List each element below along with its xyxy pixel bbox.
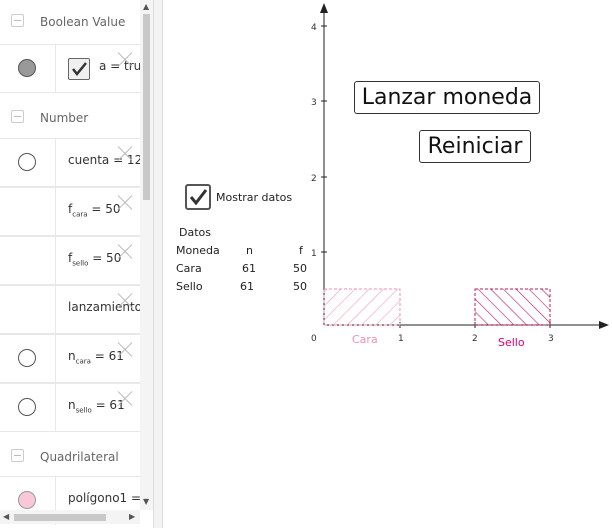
table-header: Moneda	[176, 244, 220, 257]
scroll-left-icon[interactable]: ◀	[3, 512, 9, 521]
category-boolean[interactable]: Boolean Value	[0, 0, 140, 44]
mostrar-datos-checkbox[interactable]	[185, 184, 211, 210]
checkmark-icon	[189, 189, 208, 206]
visibility-marble-icon[interactable]	[18, 398, 36, 416]
algebra-item-n-cara[interactable]: ncara = 61	[0, 334, 140, 383]
horizontal-scrollbar[interactable]: ◀ ▶	[0, 510, 140, 524]
algebra-item-n-sello[interactable]: nsello = 61	[0, 383, 140, 432]
y-axis-arrow-icon	[320, 3, 328, 13]
scrollbar-thumb[interactable]	[14, 514, 106, 521]
definition-text[interactable]: polígono1 =	[68, 491, 141, 505]
category-number[interactable]: Number	[0, 96, 140, 140]
delete-icon[interactable]	[116, 292, 134, 310]
collapse-icon[interactable]	[11, 14, 24, 27]
y-tick-label: 2	[311, 174, 317, 184]
delete-icon[interactable]	[116, 341, 134, 359]
category-label: Boolean Value	[40, 15, 126, 29]
definition-text[interactable]: fcara = 50	[68, 202, 121, 218]
scrollbar-thumb[interactable]	[143, 14, 150, 200]
graph-canvas: 0 1 2 3 1 2 3 4 Cara Sello	[311, 3, 609, 349]
mostrar-datos-label[interactable]: Mostrar datos	[216, 191, 292, 204]
reiniciar-button[interactable]: Reiniciar	[419, 130, 531, 163]
bar-label-sello: Sello	[498, 336, 525, 349]
x-axis-arrow-icon	[599, 321, 609, 329]
scroll-down-icon[interactable]: ▼	[143, 497, 149, 506]
definition-text[interactable]: lanzamientos	[68, 300, 148, 314]
checkbox-a[interactable]	[68, 58, 90, 80]
lanzar-moneda-button[interactable]: Lanzar moneda	[354, 81, 540, 114]
table-cell: Sello	[176, 280, 203, 293]
category-label: Number	[40, 111, 89, 125]
table-cell: 50	[293, 280, 307, 293]
table-cell: 50	[293, 262, 307, 275]
x-tick-label: 3	[548, 334, 554, 344]
delete-icon[interactable]	[116, 243, 134, 261]
category-label: Quadrilateral	[40, 450, 119, 464]
algebra-item-f-cara[interactable]: fcara = 50	[0, 187, 140, 236]
y-tick-label: 4	[311, 23, 317, 33]
view-divider[interactable]	[153, 0, 163, 528]
table-cell: 61	[242, 262, 256, 275]
checkmark-icon	[72, 62, 87, 76]
bar-label-cara: Cara	[352, 333, 378, 346]
category-quadrilateral[interactable]: Quadrilateral	[0, 435, 140, 479]
x-tick-label: 1	[398, 334, 404, 344]
x-tick-label: 2	[472, 334, 478, 344]
algebra-item-cuenta[interactable]: cuenta = 122	[0, 138, 150, 187]
bar-sello	[474, 288, 551, 326]
visibility-marble-icon[interactable]	[18, 491, 36, 509]
delete-icon[interactable]	[116, 51, 134, 69]
delete-icon[interactable]	[116, 145, 134, 163]
delete-icon[interactable]	[116, 390, 134, 408]
scroll-right-icon[interactable]: ▶	[129, 512, 135, 521]
vertical-scrollbar[interactable]: ▲ ▼	[140, 0, 153, 510]
collapse-icon[interactable]	[11, 110, 24, 123]
algebra-item-f-sello[interactable]: fsello = 50	[0, 236, 140, 285]
graphics-view[interactable]: 0 1 2 3 1 2 3 4 Cara Sello Lanzar moneda…	[163, 0, 612, 528]
collapse-icon[interactable]	[11, 449, 24, 462]
algebra-view: Boolean Value a = true Number cuenta = 1…	[0, 0, 153, 528]
definition-text[interactable]: fsello = 50	[68, 251, 121, 267]
visibility-marble-icon[interactable]	[18, 59, 36, 77]
table-header: n	[246, 244, 253, 257]
y-tick-label: 3	[311, 98, 317, 108]
table-header: f	[299, 244, 303, 257]
y-tick-label: 1	[311, 249, 317, 259]
x-tick-label: 0	[311, 334, 317, 344]
algebra-item-lanzamientos[interactable]: lanzamientos	[0, 285, 148, 334]
table-title: Datos	[179, 226, 211, 239]
bar-cara	[323, 288, 401, 326]
table-cell: 61	[240, 280, 254, 293]
scroll-up-icon[interactable]: ▲	[143, 2, 149, 11]
definition-text[interactable]: cuenta = 122	[68, 153, 150, 167]
visibility-marble-icon[interactable]	[18, 153, 36, 171]
delete-icon[interactable]	[116, 194, 134, 212]
table-cell: Cara	[176, 262, 202, 275]
visibility-marble-icon[interactable]	[18, 349, 36, 367]
